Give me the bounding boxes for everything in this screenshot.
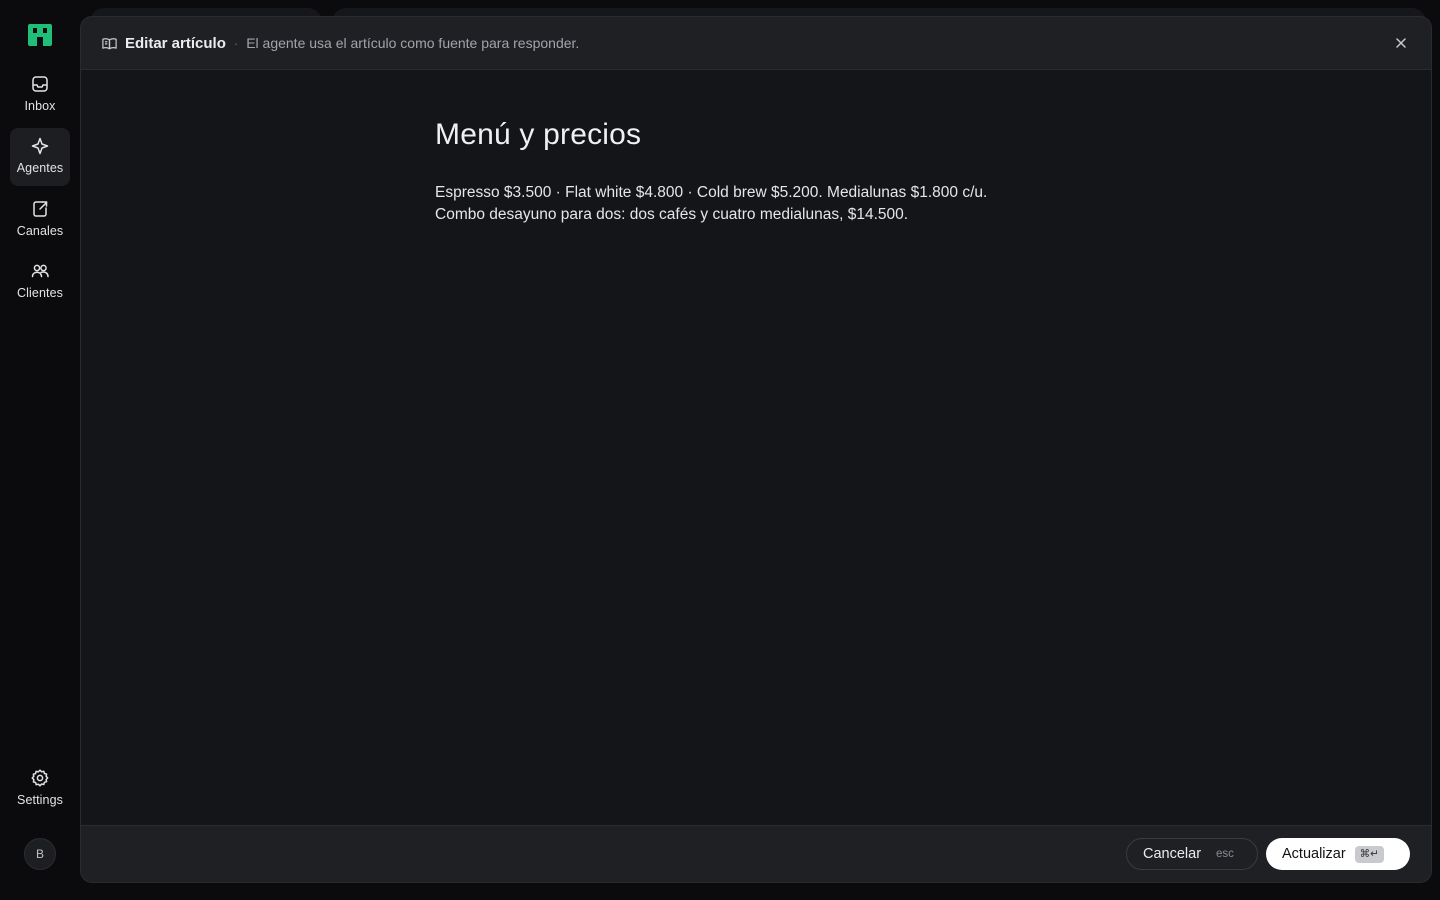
modal-subtitle: El agente usa el artículo como fuente pa… xyxy=(246,35,580,51)
sidebar-item-label: Inbox xyxy=(24,99,56,113)
book-icon xyxy=(102,37,117,49)
avatar[interactable]: B xyxy=(24,838,56,870)
sidebar-item-agentes[interactable]: Agentes xyxy=(10,128,70,186)
cancel-shortcut-hint: esc xyxy=(1216,848,1234,860)
gear-icon xyxy=(31,769,49,787)
inbox-icon xyxy=(32,76,48,92)
sidebar: Inbox Agentes Canales Clientes Settings xyxy=(0,0,80,900)
channel-icon xyxy=(33,201,48,217)
sidebar-item-clientes[interactable]: Clientes xyxy=(10,253,70,311)
article-paragraph[interactable]: Espresso $3.500 · Flat white $4.800 · Co… xyxy=(435,182,1075,204)
sidebar-item-inbox[interactable]: Inbox xyxy=(10,66,70,124)
sidebar-item-label: Canales xyxy=(16,224,64,238)
logo-icon[interactable] xyxy=(28,24,52,46)
sidebar-item-label: Agentes xyxy=(16,161,64,175)
article-paragraph[interactable]: Combo desayuno para dos: dos cafés y cua… xyxy=(435,204,1075,226)
sidebar-item-canales[interactable]: Canales xyxy=(10,191,70,249)
users-icon xyxy=(31,264,49,278)
edit-article-modal: Editar artículo · El agente usa el artíc… xyxy=(80,16,1432,883)
sidebar-item-settings[interactable]: Settings xyxy=(10,760,70,818)
update-shortcut-hint: ⌘↵ xyxy=(1354,845,1384,863)
cancel-button[interactable]: Cancelar esc xyxy=(1126,838,1258,870)
article-content-editor[interactable]: Espresso $3.500 · Flat white $4.800 · Co… xyxy=(435,182,1075,226)
modal-header: Editar artículo · El agente usa el artíc… xyxy=(81,17,1431,70)
sparkle-icon xyxy=(31,137,49,155)
article-editor[interactable]: Menú y precios Espresso $3.500 · Flat wh… xyxy=(81,70,1431,827)
sidebar-item-label: Settings xyxy=(17,793,63,807)
title-separator: · xyxy=(233,35,239,51)
cancel-button-label: Cancelar xyxy=(1143,846,1202,862)
sidebar-item-label: Clientes xyxy=(17,286,63,300)
update-button-label: Actualizar xyxy=(1282,846,1346,862)
update-button[interactable]: Actualizar ⌘↵ xyxy=(1266,838,1410,870)
close-icon[interactable] xyxy=(1393,35,1409,51)
article-title-input[interactable]: Menú y precios xyxy=(435,118,641,152)
modal-title: Editar artículo xyxy=(125,34,226,52)
modal-footer: Cancelar esc Actualizar ⌘↵ xyxy=(81,825,1431,882)
